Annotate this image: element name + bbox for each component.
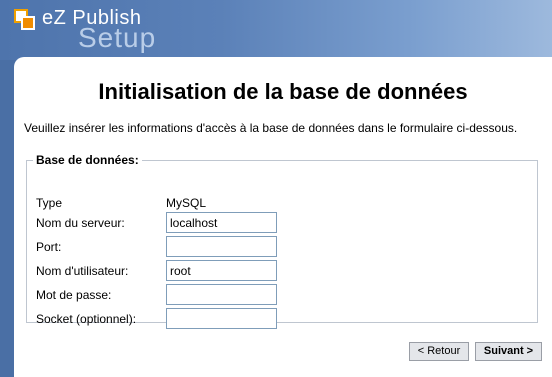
password-label: Mot de passe: — [36, 288, 112, 302]
back-button[interactable]: < Retour — [409, 342, 469, 361]
password-input[interactable] — [166, 284, 277, 305]
ez-logo-icon — [14, 9, 36, 31]
brand-subtitle: Setup — [78, 22, 157, 53]
username-label: Nom d'utilisateur: — [36, 264, 129, 278]
database-fieldset: Base de données: Type MySQL Nom du serve… — [26, 153, 538, 329]
next-button[interactable]: Suivant > — [475, 342, 542, 361]
port-input[interactable] — [166, 236, 277, 257]
type-value: MySQL — [166, 196, 207, 210]
socket-input[interactable] — [166, 308, 277, 329]
setup-header: eZ Publish Setup — [0, 0, 552, 60]
page-title: Initialisation de la base de données — [98, 79, 468, 104]
server-label: Nom du serveur: — [36, 216, 125, 230]
username-input[interactable] — [166, 260, 277, 281]
socket-label: Socket (optionnel): — [36, 312, 137, 326]
fieldset-legend: Base de données: — [36, 153, 139, 167]
type-label: Type — [36, 196, 63, 210]
port-label: Port: — [36, 240, 62, 254]
intro-text: Veuillez insérer les informations d'accè… — [24, 121, 518, 135]
content-panel: Initialisation de la base de données Veu… — [14, 57, 552, 377]
server-input[interactable] — [166, 212, 277, 233]
